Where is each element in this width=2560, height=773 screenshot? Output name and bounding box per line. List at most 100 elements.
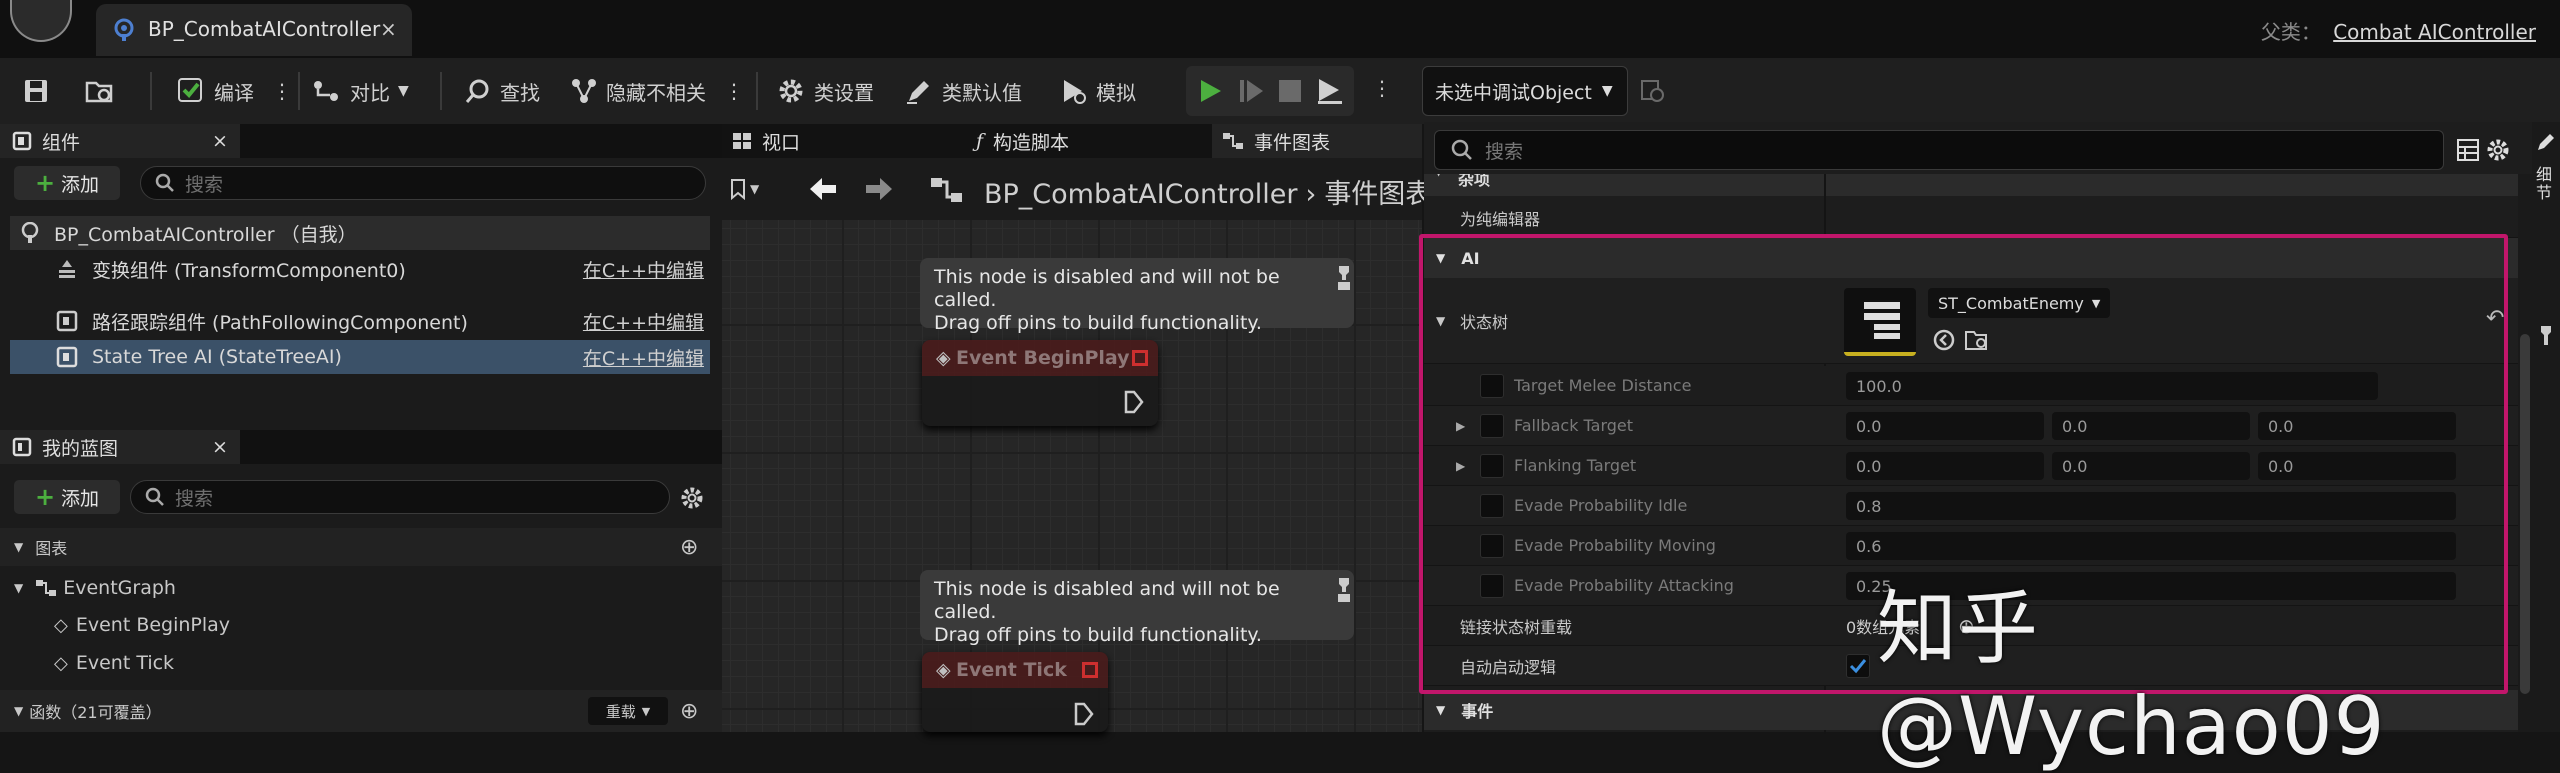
parent-class-link[interactable]: Combat AIController (2333, 20, 2536, 44)
add-function-icon[interactable]: ⊕ (680, 699, 698, 724)
category-label: 事件 (1461, 702, 1494, 721)
event-graph-item[interactable]: ▼ EventGraph (0, 570, 722, 606)
close-tab-icon[interactable]: × (380, 17, 397, 41)
search-icon (465, 79, 489, 103)
diff-label: 对比 (350, 80, 390, 105)
override-label: 重载 (605, 702, 636, 721)
event-beginplay-item[interactable]: ◇ Event BeginPlay (54, 608, 230, 642)
component-self[interactable]: BP_CombatAIController （自我） (10, 216, 710, 250)
components-search-placeholder: 搜索 (185, 173, 224, 196)
add-member-button[interactable]: + 添加 (14, 480, 120, 514)
my-blueprint-search-input[interactable]: 搜索 (130, 480, 670, 514)
component-transform[interactable]: 变换组件 (TransformComponent0) 在C++中编辑 (10, 252, 710, 286)
pencil-icon[interactable] (2536, 132, 2556, 152)
compile-label: 编译 (214, 80, 254, 105)
add-component-button[interactable]: + 添加 (14, 166, 120, 200)
event-beginplay-node[interactable]: ◈ Event BeginPlay (922, 340, 1158, 426)
debug-object-label: 未选中调试Object (1435, 81, 1592, 104)
graph-canvas[interactable]: This node is disabled and will not be ca… (722, 220, 1422, 732)
left-panel: 组件 × + 添加 搜索 BP_CombatAIController （自我） 变换… (0, 124, 722, 732)
graph-breadcrumb-bar: ▼ BP_CombatAIController › 事件图表 (722, 158, 1432, 220)
component-label: BP_CombatAIController （自我） (54, 223, 357, 246)
play-icon[interactable] (1198, 78, 1224, 104)
compile-options-icon[interactable]: ⋮ (272, 79, 292, 103)
close-icon[interactable]: × (212, 130, 228, 152)
step-icon[interactable] (1238, 78, 1264, 104)
pin-icon[interactable] (1336, 264, 1352, 292)
chevron-down-icon: ▼ (641, 704, 651, 718)
component-path-following[interactable]: 路径跟踪组件 (PathFollowingComponent) 在C++中编辑 (10, 304, 710, 338)
unreal-logo-icon[interactable] (10, 0, 72, 42)
event-icon: ◇ (54, 652, 68, 674)
back-arrow-icon[interactable] (808, 176, 838, 202)
search-icon (1451, 139, 1472, 160)
components-search-input[interactable]: 搜索 (140, 166, 706, 200)
exec-pin-icon[interactable] (1074, 702, 1094, 726)
delegate-pin[interactable] (1082, 662, 1098, 678)
components-title: 组件 (42, 131, 81, 154)
edit-in-cpp-link[interactable]: 在C++中编辑 (583, 256, 704, 283)
tab-construction-script[interactable]: ƒ 构造脚本 (976, 124, 1069, 158)
class-defaults-label: 类默认值 (942, 80, 1022, 105)
eject-icon[interactable] (1316, 77, 1344, 105)
tab-label: 构造脚本 (993, 131, 1070, 154)
tab-viewport[interactable]: 视口 (732, 124, 800, 158)
chevron-down-icon: ▼ (1601, 83, 1613, 99)
add-component-label: 添加 (61, 173, 100, 196)
category-misc[interactable]: ▼ 杂项 (1424, 174, 2518, 196)
edit-in-cpp-link[interactable]: 在C++中编辑 (583, 344, 704, 371)
pin-icon[interactable] (1336, 576, 1352, 604)
bookmark-button[interactable]: ▼ (730, 174, 780, 204)
row-editor-only: 为纯编辑器 (1424, 198, 2518, 238)
breadcrumb-graph[interactable]: 事件图表 (1324, 179, 1432, 210)
add-member-label: 添加 (61, 487, 100, 510)
add-graph-icon[interactable]: ⊕ (680, 535, 698, 560)
plus-icon: + (34, 483, 56, 511)
graphs-section[interactable]: ▼ 图表 ⊕ (0, 528, 722, 566)
class-settings-button[interactable]: 类设置 (776, 58, 874, 124)
graphs-label: 图表 (35, 539, 68, 558)
debug-filter-icon[interactable] (1640, 78, 1666, 104)
table-view-icon[interactable] (2456, 138, 2480, 162)
breadcrumb-blueprint[interactable]: BP_CombatAIController (984, 179, 1298, 210)
play-controls (1186, 66, 1354, 116)
disabled-node-notice: This node is disabled and will not be ca… (920, 570, 1354, 646)
pin-icon[interactable] (2538, 324, 2554, 348)
my-blueprint-tab[interactable]: 我的蓝图 × (0, 430, 240, 464)
play-options-icon[interactable]: ⋮ (1372, 76, 1392, 100)
component-label: 路径跟踪组件 (PathFollowingComponent) (92, 311, 468, 334)
component-state-tree-ai[interactable]: State Tree AI (StateTreeAI) 在C++中编辑 (10, 340, 710, 374)
exec-pin-icon[interactable] (1124, 390, 1144, 414)
event-tick-node[interactable]: ◈ Event Tick (922, 652, 1108, 732)
blueprint-book-icon (12, 437, 32, 457)
browse-button[interactable] (84, 58, 116, 124)
find-button[interactable]: 查找 (464, 58, 540, 124)
stop-icon[interactable] (1278, 79, 1302, 103)
gear-icon (779, 79, 803, 103)
delegate-pin[interactable] (1132, 350, 1148, 366)
compile-button[interactable]: 编译 ⋮ (176, 58, 292, 124)
diff-button[interactable]: 对比 ▼ (312, 58, 409, 124)
functions-section[interactable]: ▼ 函数（21可覆盖） 重载 ▼ ⊕ (0, 690, 722, 732)
forward-arrow-icon[interactable] (864, 176, 894, 202)
details-search-input[interactable]: 搜索 (1434, 130, 2444, 170)
hide-unrelated-button[interactable]: 隐藏不相关 ⋮ (570, 58, 744, 124)
simulate-button[interactable]: 模拟 (1058, 58, 1136, 124)
event-tick-item[interactable]: ◇ Event Tick (54, 646, 174, 680)
tab-event-graph[interactable]: 事件图表 (1212, 124, 1422, 158)
hide-unrelated-options-icon[interactable]: ⋮ (724, 79, 744, 103)
close-icon[interactable]: × (212, 436, 228, 458)
override-dropdown[interactable]: 重载 ▼ (588, 697, 668, 725)
class-defaults-button[interactable]: 类默认值 (904, 58, 1022, 124)
components-tab[interactable]: 组件 × (0, 124, 240, 158)
blueprint-icon (21, 222, 39, 243)
debug-object-dropdown[interactable]: 未选中调试Object ▼ (1422, 66, 1628, 116)
document-tab[interactable]: BP_CombatAIController × (96, 4, 412, 56)
edit-in-cpp-link[interactable]: 在C++中编辑 (583, 308, 704, 335)
gear-icon[interactable] (680, 486, 704, 510)
details-side-tab[interactable]: 细节 (2536, 166, 2556, 202)
chevron-down-icon: ▼ (750, 182, 760, 196)
save-button[interactable] (22, 58, 50, 124)
gear-icon[interactable] (2486, 138, 2510, 162)
parent-class: 父类： Combat AIController (2261, 16, 2536, 45)
